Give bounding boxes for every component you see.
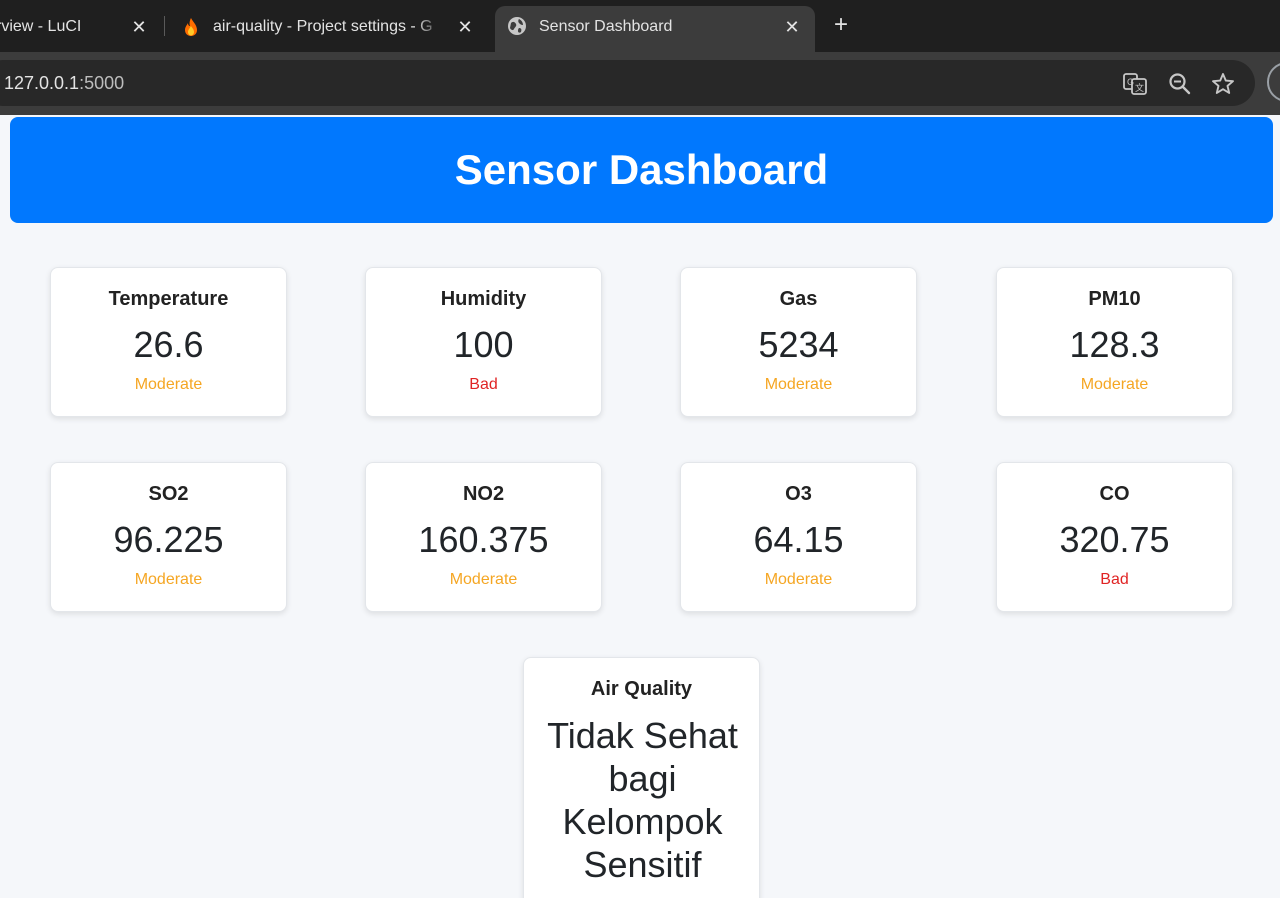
sensor-label: SO2 <box>148 483 189 505</box>
translate-icon[interactable]: G 文 <box>1122 71 1148 97</box>
sensor-card-temperature: Temperature 26.6 Moderate <box>50 267 287 417</box>
url-text[interactable]: 127.0.0.1:5000 <box>4 73 124 94</box>
tab-firebase[interactable]: air-quality - Project settings - G ✕ <box>170 6 490 52</box>
sensor-card-no2: NO2 160.375 Moderate <box>365 462 602 612</box>
sensor-value: 96.225 <box>113 519 224 560</box>
air-quality-value: Tidak Sehat bagi Kelompok Sensitif <box>547 715 738 885</box>
page-viewport: Sensor Dashboard Temperature 26.6 Modera… <box>0 115 1280 898</box>
air-quality-card: Air Quality Tidak Sehat bagi Kelompok Se… <box>523 657 760 898</box>
sensor-value: 5234 <box>758 324 839 365</box>
tab-luci[interactable]: rview - LuCI ✕ <box>0 6 160 52</box>
sensor-status: Moderate <box>134 376 203 393</box>
tab-title: rview - LuCI <box>0 18 82 35</box>
sensor-status: Moderate <box>134 571 203 588</box>
url-host: 127.0.0.1 <box>4 73 80 93</box>
sensor-card-so2: SO2 96.225 Moderate <box>50 462 287 612</box>
sensor-card-co: CO 320.75 Bad <box>996 462 1233 612</box>
sensor-card-gas: Gas 5234 Moderate <box>680 267 917 417</box>
firebase-icon <box>185 18 197 36</box>
sensor-label: Temperature <box>108 288 229 310</box>
zoom-icon[interactable] <box>1167 71 1193 97</box>
tab-sensor-dashboard[interactable]: Sensor Dashboard ✕ <box>495 6 815 52</box>
sensor-label: NO2 <box>462 483 505 505</box>
sensor-value: 100 <box>453 324 514 365</box>
page-title: Sensor Dashboard <box>454 146 829 193</box>
sensor-status: Bad <box>1100 571 1129 588</box>
new-tab-button[interactable]: + <box>828 13 854 39</box>
sensor-label: PM10 <box>1088 288 1141 310</box>
sensor-card-humidity: Humidity 100 Bad <box>365 267 602 417</box>
svg-text:G: G <box>1127 77 1134 87</box>
browser-toolbar: 127.0.0.1:5000 G 文 <box>0 52 1280 115</box>
sensor-card-o3: O3 64.15 Moderate <box>680 462 917 612</box>
sensor-value: 64.15 <box>753 519 844 560</box>
sensor-label: Humidity <box>440 288 527 310</box>
tab-title: air-quality - Project settings - G <box>213 18 433 35</box>
tab-close-icon[interactable]: ✕ <box>128 16 150 38</box>
tab-close-icon[interactable]: ✕ <box>454 16 476 38</box>
sensor-card-pm10: PM10 128.3 Moderate <box>996 267 1233 417</box>
sensor-label: CO <box>1099 483 1130 505</box>
sensor-value: 26.6 <box>133 324 204 365</box>
sensor-label: O3 <box>785 483 812 505</box>
sensor-status: Moderate <box>449 571 518 588</box>
profile-avatar[interactable] <box>1267 62 1280 102</box>
address-bar[interactable]: 127.0.0.1:5000 G 文 <box>0 60 1255 106</box>
dashboard-header: Sensor Dashboard <box>10 117 1273 223</box>
tab-close-icon[interactable]: ✕ <box>781 16 803 38</box>
globe-icon <box>508 17 526 35</box>
sensor-label: Gas <box>779 288 818 310</box>
sensor-value: 128.3 <box>1069 324 1160 365</box>
sensor-value: 320.75 <box>1059 519 1170 560</box>
svg-text:文: 文 <box>1135 82 1144 94</box>
sensor-status: Moderate <box>1080 376 1149 393</box>
tab-title: Sensor Dashboard <box>539 18 673 35</box>
sensor-status: Moderate <box>764 571 833 588</box>
tab-separator <box>164 16 165 36</box>
tab-strip: rview - LuCI ✕ air-quality - Project set… <box>0 0 1280 52</box>
sensor-status: Moderate <box>764 376 833 393</box>
sensor-value: 160.375 <box>418 519 549 560</box>
bookmark-star-icon[interactable] <box>1210 71 1236 97</box>
air-quality-label: Air Quality <box>590 678 693 700</box>
sensor-status: Bad <box>469 376 498 393</box>
url-port: :5000 <box>79 73 125 93</box>
